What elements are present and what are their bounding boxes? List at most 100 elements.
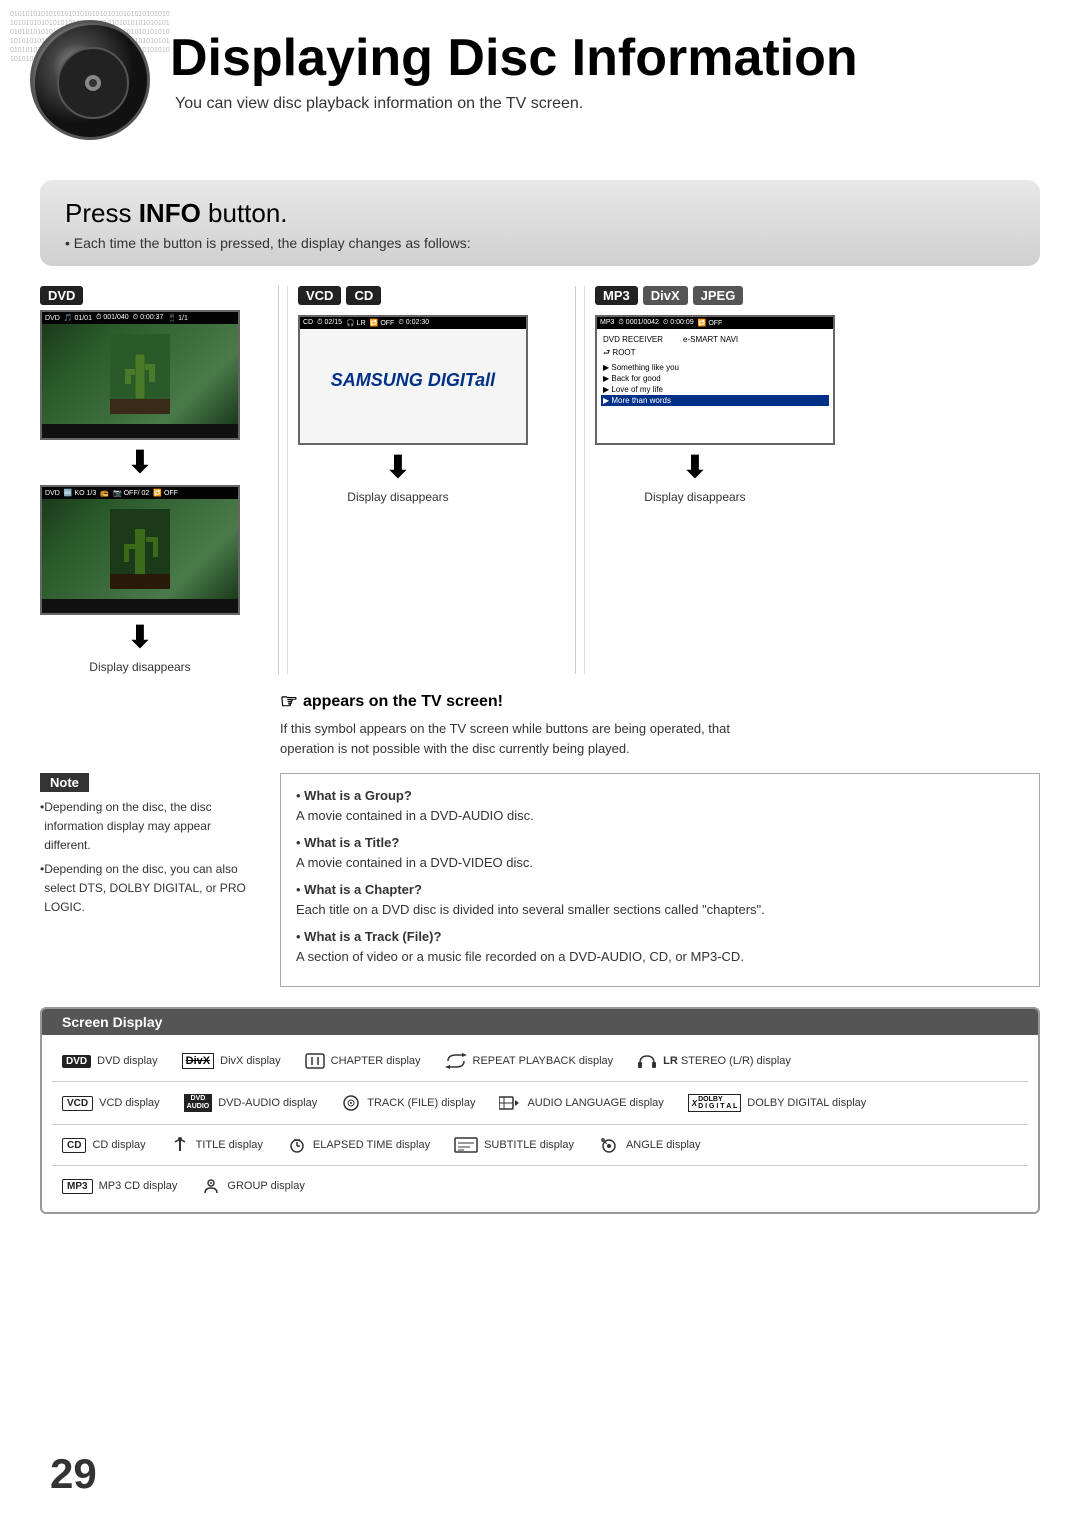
elapsed-icon (287, 1137, 307, 1153)
mp3-badge: MP3 (595, 286, 638, 305)
repeat-sd-text: REPEAT PLAYBACK display (473, 1055, 614, 1067)
page-number: 29 (50, 1450, 97, 1498)
sd-row-2: VCD VCD display DVD AUDIO DVD-AUDIO disp… (42, 1086, 1038, 1120)
sd-divx: DivX DivX display (174, 1049, 289, 1073)
sd-elapsed: ELAPSED TIME display (279, 1133, 438, 1157)
sd-chapter: CHAPTER display (297, 1049, 429, 1073)
track-sd-text: TRACK (FILE) display (367, 1097, 475, 1109)
chapter-icon (305, 1053, 325, 1069)
sd-vcd: VCD VCD display (54, 1092, 168, 1115)
sd-mp3: MP3 MP3 CD display (54, 1175, 185, 1198)
dvd-arrow2: ⬇ (40, 620, 240, 655)
sd-divider1 (52, 1081, 1028, 1082)
angle-icon (598, 1137, 620, 1153)
header-text: Displaying Disc Information You can view… (170, 30, 1040, 113)
subtitle-icon (454, 1137, 478, 1153)
page-header: Displaying Disc Information You can view… (0, 0, 1080, 160)
sd-cd: CD CD display (54, 1134, 154, 1157)
mp3-sd-text: MP3 CD display (99, 1180, 178, 1192)
vcd-arrow: ⬇ (298, 450, 498, 485)
title-icon (170, 1137, 190, 1153)
cd-badge: CD (346, 286, 381, 305)
sd-divider3 (52, 1165, 1028, 1166)
note-bullet-2: Depending on the disc, you can also sele… (40, 860, 260, 918)
sd-repeat: REPEAT PLAYBACK display (437, 1049, 622, 1073)
audio-lang-sd-text: AUDIO LANGUAGE display (527, 1097, 663, 1109)
elapsed-sd-text: ELAPSED TIME display (313, 1139, 430, 1151)
cactus-image (110, 334, 170, 414)
track-icon (341, 1095, 361, 1111)
mp3-screen: MP3 ⏱ 0001/0042 ⏲ 0:00:09 🔁 OFF DVD RECE… (595, 315, 835, 445)
appears-section: ☞ appears on the TV screen! If this symb… (40, 689, 1040, 758)
dvd-display-disappears: Display disappears (40, 660, 240, 674)
note-label: Note (40, 773, 89, 792)
note-bullet-1: Depending on the disc, the disc informat… (40, 798, 260, 856)
sd-group: GROUP display (193, 1174, 312, 1198)
screen-display-section: Screen Display DVD DVD display DivX DivX… (40, 1007, 1040, 1214)
vcd-column: VCD CD CD ⏱ 02/15 🎧 LR 🔁 OFF ⏲ 0:02:30 S… (287, 286, 567, 674)
vcd-badge: VCD (298, 286, 341, 305)
sd-row-1: DVD DVD display DivX DivX display CHAPTE… (42, 1045, 1038, 1077)
vcd-screen: CD ⏱ 02/15 🎧 LR 🔁 OFF ⏲ 0:02:30 SAMSUNG … (298, 315, 528, 445)
sd-row-3: CD CD display TITLE display ELAPSED (42, 1129, 1038, 1161)
col-sep2 (575, 286, 576, 674)
page-title: Displaying Disc Information (170, 30, 1040, 87)
vcd-sd-text: VCD display (99, 1097, 160, 1109)
vcd-sd-badge: VCD (62, 1096, 93, 1111)
whatis-group: What is a Group?A movie contained in a D… (296, 786, 1024, 825)
headphone-icon (637, 1053, 657, 1069)
dvd-sd-badge: DVD (62, 1055, 91, 1068)
sd-row-4: MP3 MP3 CD display GROUP display (42, 1170, 1038, 1202)
mp3-sd-badge: MP3 (62, 1179, 93, 1194)
sd-dvd: DVD DVD display (54, 1051, 166, 1072)
chapter-sd-text: CHAPTER display (331, 1055, 421, 1067)
info-title: Press INFO button. (65, 198, 1015, 229)
sd-divider2 (52, 1124, 1028, 1125)
logo-area (30, 20, 160, 150)
dvd-screen2-image (42, 499, 238, 599)
mp3-arrow: ⬇ (595, 450, 795, 485)
angle-sd-text: ANGLE display (626, 1139, 701, 1151)
appears-title: ☞ appears on the TV screen! (280, 689, 1040, 714)
mp3-labels: MP3 DivX JPEG (595, 286, 1040, 310)
divx-badge: DivX (643, 286, 688, 305)
note-section: Note Depending on the disc, the disc inf… (40, 773, 1040, 987)
sd-angle: ANGLE display (590, 1133, 709, 1157)
appears-title-text: appears on the TV screen! (303, 693, 503, 711)
whatis-track: What is a Track (File)?A section of vide… (296, 927, 1024, 966)
cd-info-bar: CD ⏱ 02/15 🎧 LR 🔁 OFF ⏲ 0:02:30 (300, 317, 526, 329)
info-section: Press INFO button. Each time the button … (40, 180, 1040, 266)
stereo-sd-text: LR STEREO (L/R) display (663, 1055, 791, 1067)
dvd-arrow1: ⬇ (40, 445, 240, 480)
screen-display-header: Screen Display (42, 1009, 1038, 1035)
appears-text: If this symbol appears on the TV screen … (280, 719, 780, 758)
dvd-screen1-image (42, 324, 238, 424)
dvd-audio-sd-badge: DVD AUDIO (184, 1094, 213, 1111)
repeat-icon (445, 1053, 467, 1069)
vcd-labels: VCD CD (298, 286, 567, 310)
cd-sd-text: CD display (92, 1139, 145, 1151)
dvd-sd-text: DVD display (97, 1055, 158, 1067)
group-icon (201, 1178, 221, 1194)
dvd-screen2: DVD 🔤 KO 1/3 📻 📷 OFF/ 02 🔁 OFF (40, 485, 240, 615)
divx-sd-badge: DivX (182, 1053, 214, 1069)
dvd-screen2-info: DVD 🔤 KO 1/3 📻 📷 OFF/ 02 🔁 OFF (42, 487, 238, 499)
logo-circle (30, 20, 150, 140)
dvd-audio-sd-text: DVD-AUDIO display (218, 1097, 317, 1109)
sd-stereo: LR STEREO (L/R) display (629, 1049, 799, 1073)
whatis-section: What is a Group?A movie contained in a D… (280, 773, 1040, 987)
mp3-column: MP3 DivX JPEG MP3 ⏱ 0001/0042 ⏲ 0:00:09 … (584, 286, 1040, 674)
divx-sd-text: DivX display (220, 1055, 281, 1067)
sd-subtitle: SUBTITLE display (446, 1133, 582, 1157)
sd-title: TITLE display (162, 1133, 271, 1157)
dvd-column: DVD DVD 🎵 01/01 ⏱ 001/040 ⏲ 0:00:37 📱 1/… (40, 286, 270, 674)
note-text: Depending on the disc, the disc informat… (40, 798, 260, 917)
whatis-chapter: What is a Chapter?Each title on a DVD di… (296, 880, 1024, 919)
group-sd-text: GROUP display (227, 1180, 304, 1192)
dolby-sd-text: DOLBY DIGITAL display (747, 1097, 866, 1109)
sd-audio-lang: AUDIO LANGUAGE display (491, 1091, 671, 1115)
dolby-sd-badge: X DOLBY D I G I T A L (688, 1094, 742, 1112)
audio-lang-icon (499, 1095, 521, 1111)
vcd-display-disappears: Display disappears (298, 490, 498, 504)
info-subtitle: Each time the button is pressed, the dis… (65, 235, 1015, 251)
